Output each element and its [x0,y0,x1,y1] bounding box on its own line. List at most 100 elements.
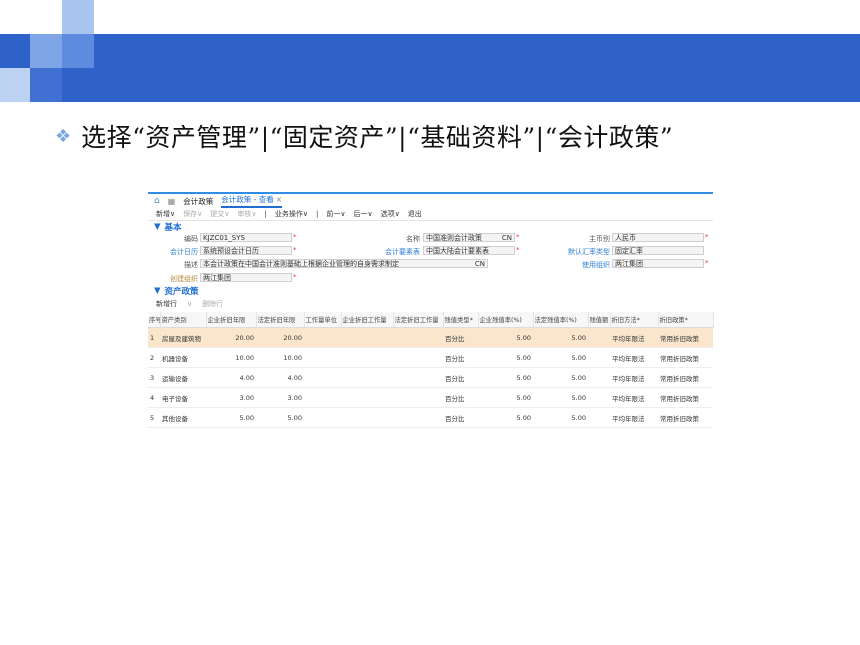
column-header[interactable]: 企业折旧年限 [206,312,257,328]
table-cell[interactable] [588,407,610,428]
table-cell[interactable] [341,367,393,388]
currency-field[interactable]: 人民币 [612,233,704,242]
table-cell[interactable]: 平均年限法 [610,347,658,368]
name-field[interactable]: 中国准则会计政策 CN [423,233,515,242]
column-header[interactable]: 法定残值率(%) [533,312,589,328]
table-cell[interactable]: 3.00 [206,387,256,408]
table-cell[interactable] [588,347,610,368]
toolbar-button[interactable]: 新增∨ [156,209,175,219]
calendar-label[interactable]: 会计日历 [148,247,198,257]
add-row-button[interactable]: 新增行 [156,299,177,309]
table-cell[interactable] [393,327,443,348]
table-cell[interactable]: 5 [148,407,160,428]
table-cell[interactable]: 5.00 [478,407,533,428]
column-header[interactable]: 企业残值率(%) [478,312,534,328]
rate-type-label[interactable]: 默认汇率类型 [560,247,610,257]
table-cell[interactable]: 常用折旧政策 [658,387,713,408]
table-cell[interactable]: 5.00 [478,347,533,368]
table-cell[interactable]: 4.00 [206,367,256,388]
toolbar-button[interactable]: 后一∨ [353,209,372,219]
use-org-label[interactable]: 使用组织 [560,260,610,270]
column-header[interactable]: 残值类型* [443,312,479,328]
table-cell[interactable]: 5.00 [478,367,533,388]
column-header[interactable]: 企业折旧工作量 [341,312,394,328]
table-cell[interactable]: 百分比 [443,367,478,388]
table-cell[interactable] [588,387,610,408]
table-row[interactable]: 4 电子设备 3.00 3.00 百分比 5.00 5.00 平均年限法 常用折旧政策 [148,387,713,408]
table-cell[interactable] [393,407,443,428]
code-field[interactable]: KJZC01_SYS [200,233,292,242]
table-cell[interactable]: 5.00 [533,387,588,408]
table-cell[interactable] [588,327,610,348]
table-cell[interactable]: 常用折旧政策 [658,347,713,368]
column-header[interactable]: 法定折旧工作量 [393,312,444,328]
table-cell[interactable]: 平均年限法 [610,327,658,348]
toolbar-button[interactable]: 审核∨ [237,209,256,219]
close-icon[interactable]: × [276,195,282,204]
table-cell[interactable]: 机器设备 [160,347,206,368]
table-cell[interactable]: 10.00 [206,347,256,368]
delete-row-button[interactable]: 删除行 [202,299,223,309]
table-cell[interactable]: 5.00 [206,407,256,428]
table-cell[interactable]: 3.00 [256,387,304,408]
table-cell[interactable]: 5.00 [533,367,588,388]
table-cell[interactable]: 电子设备 [160,387,206,408]
chevron-down-icon[interactable]: ∨ [187,300,192,308]
table-cell[interactable]: 平均年限法 [610,407,658,428]
toolbar-button[interactable]: 业务操作∨ [275,209,308,219]
toolbar-button[interactable]: 选项∨ [381,209,400,219]
table-cell[interactable]: 其他设备 [160,407,206,428]
table-cell[interactable] [393,367,443,388]
column-header[interactable]: 折旧方法* [610,312,659,328]
table-cell[interactable]: 常用折旧政策 [658,327,713,348]
table-cell[interactable]: 百分比 [443,347,478,368]
rate-type-field[interactable]: 固定汇率 [612,246,704,255]
table-cell[interactable] [341,327,393,348]
table-cell[interactable]: 2 [148,347,160,368]
table-cell[interactable]: 20.00 [256,327,304,348]
table-cell[interactable]: 房屋及建筑物 [160,327,206,348]
table-cell[interactable]: 平均年限法 [610,367,658,388]
table-cell[interactable]: 百分比 [443,407,478,428]
table-cell[interactable]: 5.00 [478,387,533,408]
table-cell[interactable]: 1 [148,327,160,348]
apps-grid-icon[interactable]: ▦ [168,197,176,206]
table-cell[interactable] [588,367,610,388]
home-icon[interactable]: ⌂ [154,196,160,206]
table-row[interactable]: 2 机器设备 10.00 10.00 百分比 5.00 5.00 平均年限法 常用折旧政策 [148,347,713,368]
tab-accounting-policy[interactable]: 会计政策 [183,196,213,207]
table-cell[interactable]: 3 [148,367,160,388]
table-cell[interactable]: 百分比 [443,387,478,408]
toolbar-button[interactable]: 退出 [408,209,422,219]
section-basic[interactable]: ▼ 基本 [148,221,713,233]
column-header[interactable]: 序号 [148,312,161,328]
tab-policy-view[interactable]: 会计政策 - 查看 × [221,194,283,208]
table-row[interactable]: 3 运输设备 4.00 4.00 百分比 5.00 5.00 平均年限法 常用折旧政策 [148,367,713,388]
column-header[interactable]: 法定折旧年限 [256,312,305,328]
toolbar-button[interactable]: 保存∨ [183,209,202,219]
table-cell[interactable] [341,387,393,408]
table-cell[interactable]: 5.00 [256,407,304,428]
table-cell[interactable] [341,407,393,428]
table-cell[interactable]: 百分比 [443,327,478,348]
table-cell[interactable] [304,347,341,368]
table-cell[interactable]: 20.00 [206,327,256,348]
column-header[interactable]: 残值额 [588,312,611,328]
elements-label[interactable]: 会计要素表 [370,247,420,257]
table-cell[interactable]: 常用折旧政策 [658,367,713,388]
table-cell[interactable]: 5.00 [533,407,588,428]
table-cell[interactable]: 4.00 [256,367,304,388]
elements-field[interactable]: 中国大陆会计要素表 [423,246,515,255]
table-cell[interactable]: 10.00 [256,347,304,368]
table-cell[interactable] [393,347,443,368]
column-header[interactable]: 资产类别 [160,312,207,328]
toolbar-button[interactable]: 提交∨ [210,209,229,219]
table-cell[interactable]: 平均年限法 [610,387,658,408]
table-cell[interactable]: 4 [148,387,160,408]
table-cell[interactable]: 运输设备 [160,367,206,388]
toolbar-button[interactable]: 前一∨ [326,209,345,219]
table-cell[interactable] [304,387,341,408]
table-cell[interactable] [341,347,393,368]
table-cell[interactable] [304,407,341,428]
create-org-field[interactable]: 两江集团 [200,273,292,282]
